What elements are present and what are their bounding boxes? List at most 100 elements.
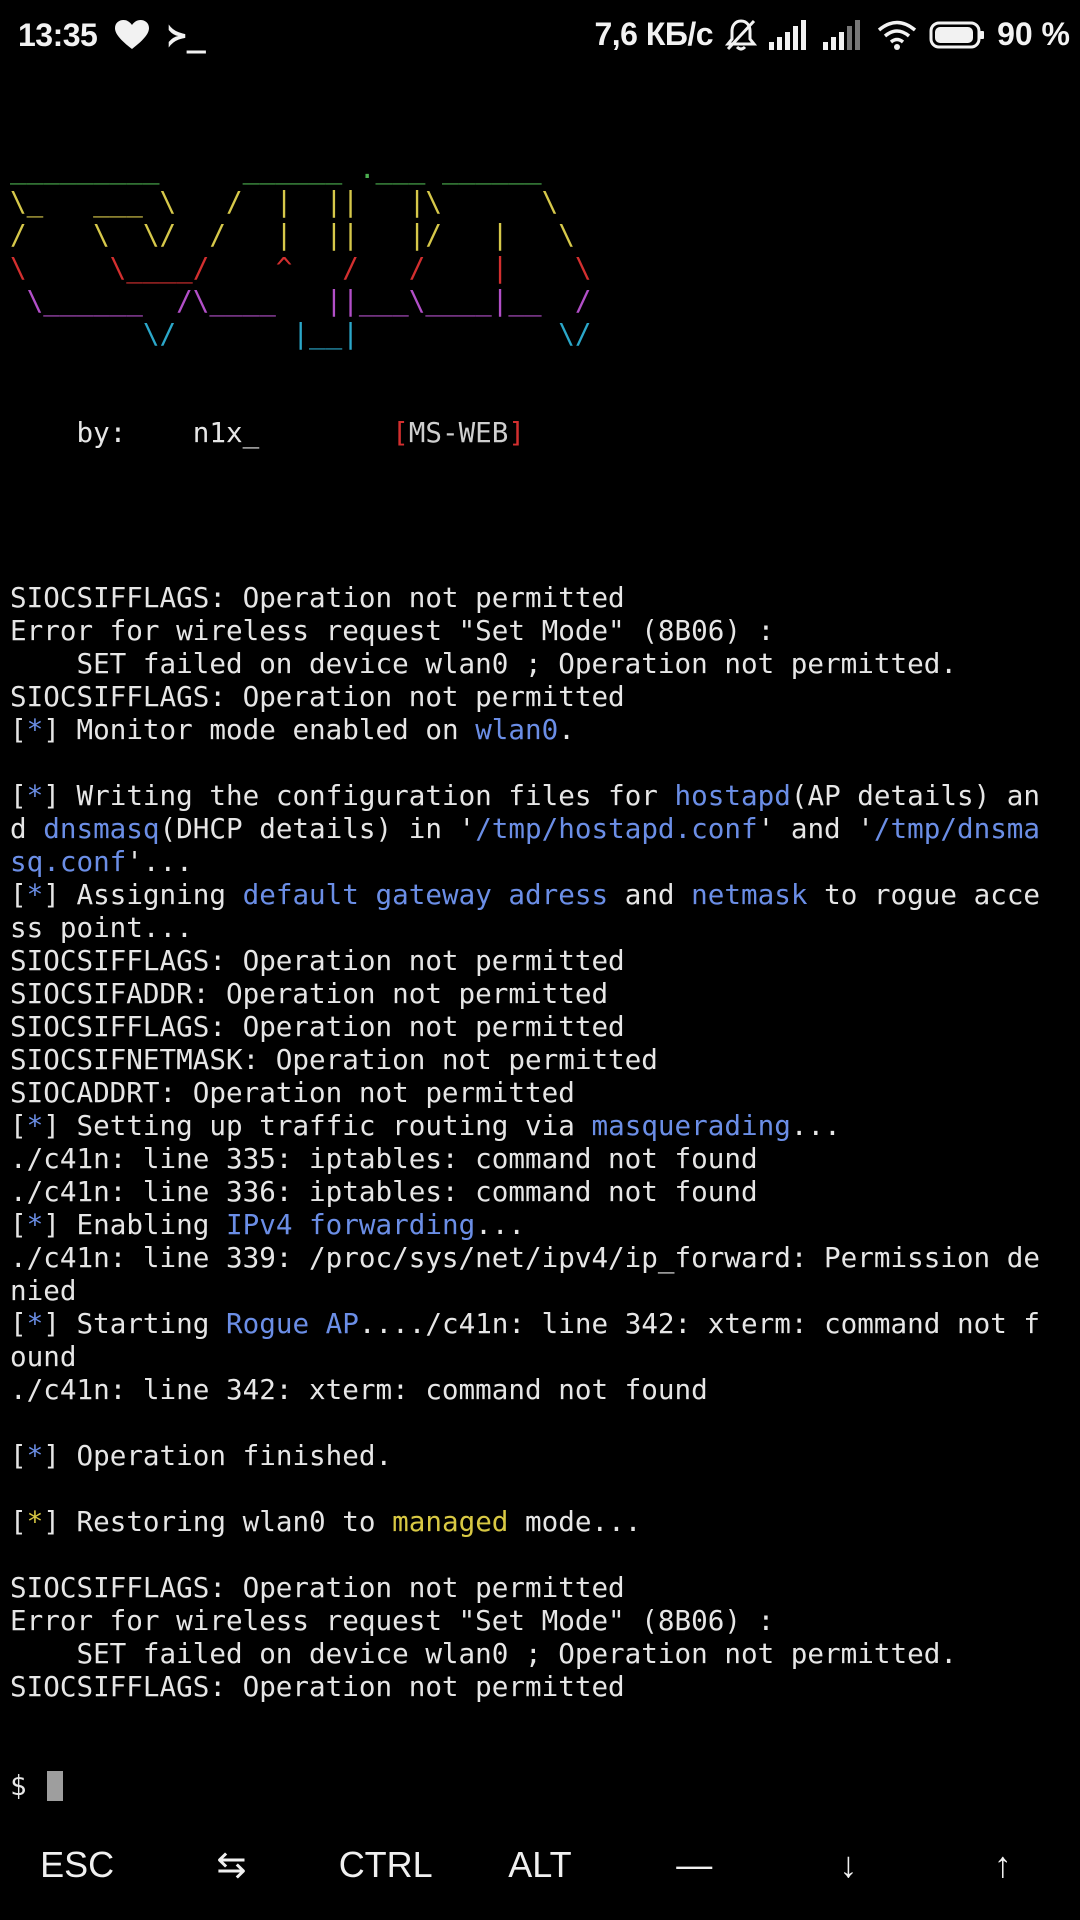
output-line: ./c41n: line 335: iptables: command not … [10,1142,1072,1175]
text-segment: ___ ______ [375,152,542,185]
text-segment: \/ |__| \/ [10,317,592,350]
output-line: [*] Operation finished. [10,1439,1072,1472]
text-segment: Error for wireless request "Set Mode" (8… [10,614,775,647]
output-line: SET failed on device wlan0 ; Operation n… [10,1637,1072,1670]
text-segment: (AP details) an [790,779,1041,812]
text-segment: to rogue acce [807,878,1041,911]
text-segment: [ [10,713,27,746]
output-line: SIOCSIFNETMASK: Operation not permitted [10,1043,1072,1076]
arrow-down-key[interactable]: ↓ [771,1830,925,1900]
text-segment: dnsmasq [43,812,160,845]
text-segment: . [342,152,376,185]
output-line: SIOCSIFFLAGS: Operation not permitted [10,1571,1072,1604]
text-segment: / \ \/ / | || |/ | \ [10,218,575,251]
text-segment: SIOCADDRT: Operation not permitted [10,1076,575,1109]
ascii-banner: _________ ______ .___ ______ \_ ___ \ / |… [10,152,1072,350]
text-segment: mode... [508,1505,642,1538]
text-segment: ss point... [10,911,193,944]
text-segment: '... [126,845,193,878]
output-line: nied [10,1274,1072,1307]
text-segment: default gateway adress [242,878,609,911]
output-line: SIOCADDRT: Operation not permitted [10,1076,1072,1109]
text-segment: ound [10,1340,77,1373]
text-segment: * [26,1208,44,1241]
signal-icon [769,19,811,50]
text-segment: IPv4 forwarding [226,1208,476,1241]
command-output: SIOCSIFFLAGS: Operation not permitted Err… [10,515,1072,1703]
text-segment: /tmp/hostapd.conf [475,812,758,845]
text-segment: * [26,779,44,812]
dash-key[interactable]: — [617,1830,771,1900]
text-segment: nied [10,1274,77,1307]
text-segment: SIOCSIFADDR: Operation not permitted [10,977,609,1010]
text-segment: . [558,713,575,746]
text-segment: [ [10,779,27,812]
output-line: Error for wireless request "Set Mode" (8… [10,1604,1072,1637]
text-segment: /tmp/dnsma [873,812,1041,845]
output-line: SIOCSIFADDR: Operation not permitted [10,977,1072,1010]
text-segment: hostapd [674,779,791,812]
output-line: SET failed on device wlan0 ; Operation n… [10,647,1072,680]
terminal-prompt-icon: ≻_ [167,16,206,54]
output-line: [*] Assigning default gateway adress and… [10,878,1072,911]
text-segment: * [26,1505,44,1538]
banner-row: \_ ___ \ / | || |\ \ [10,185,1072,218]
output-line: [*] Starting Rogue AP..../c41n: line 342… [10,1307,1072,1340]
text-segment: * [26,1109,44,1142]
esc-key[interactable]: ESC [0,1830,154,1900]
output-line: [*] Writing the configuration files for … [10,779,1072,812]
wifi-icon [877,19,917,51]
text-segment: sq.conf [10,845,127,878]
text-segment: \_ ___ \ / | || |\ \ [10,185,559,218]
text-segment: ] Enabling [43,1208,226,1241]
shell-prompt[interactable]: $ [10,1769,1072,1802]
text-segment: [ [10,1109,27,1142]
text-segment: ... [475,1208,526,1241]
text-segment: ' and ' [757,812,874,845]
banner-row: / \ \/ / | || |/ | \ [10,218,1072,251]
text-segment: \______ /\____ ||___\____|__ / [10,284,592,317]
prompt-symbol: $ [10,1769,44,1802]
tab-key[interactable]: ⇆ [154,1830,308,1900]
output-line: Error for wireless request "Set Mode" (8… [10,614,1072,647]
output-line: [*] Enabling IPv4 forwarding... [10,1208,1072,1241]
banner-row: \______ /\____ ||___\____|__ / [10,284,1072,317]
output-line: SIOCSIFFLAGS: Operation not permitted [10,581,1072,614]
ctrl-key[interactable]: CTRL [309,1830,463,1900]
banner-row: \ \____/ ^ / / | \ [10,251,1072,284]
text-segment: (DHCP details) in ' [159,812,476,845]
text-segment: ] Operation finished. [43,1439,393,1472]
alt-key[interactable]: ALT [463,1830,617,1900]
text-cursor [47,1771,64,1801]
output-line: SIOCSIFFLAGS: Operation not permitted [10,680,1072,713]
text-segment: ______ [242,152,343,185]
text-segment: [ [10,1505,27,1538]
banner-row: _________ ______ .___ ______ [10,152,1072,185]
output-line: d dnsmasq(DHCP details) in '/tmp/hostapd… [10,812,1072,845]
terminal-output[interactable]: _________ ______ .___ ______ \_ ___ \ / |… [10,86,1072,1835]
text-segment: SIOCSIFFLAGS: Operation not permitted [10,680,625,713]
text-segment: masquerading [591,1109,791,1142]
output-line: ound [10,1340,1072,1373]
byline-gap [259,416,392,449]
network-speed: 7,6 КБ/с [594,16,714,52]
text-segment: [ [10,1439,27,1472]
text-segment: SIOCSIFFLAGS: Operation not permitted [10,944,625,977]
text-segment: wlan0 [475,713,559,746]
text-segment: SIOCSIFFLAGS: Operation not permitted [10,1010,625,1043]
heart-icon [115,20,150,50]
output-line: SIOCSIFFLAGS: Operation not permitted [10,1010,1072,1043]
text-segment: Rogue AP [226,1307,359,1340]
output-line: ./c41n: line 336: iptables: command not … [10,1175,1072,1208]
text-segment: * [26,878,44,911]
arrow-up-key[interactable]: ↑ [926,1830,1080,1900]
extra-keys-bar: ESC ⇆ CTRL ALT — ↓ ↑ [0,1830,1080,1900]
text-segment: managed [392,1505,509,1538]
text-segment: ] Setting up traffic routing via [43,1109,592,1142]
text-segment: ] Restoring wlan0 to [43,1505,393,1538]
